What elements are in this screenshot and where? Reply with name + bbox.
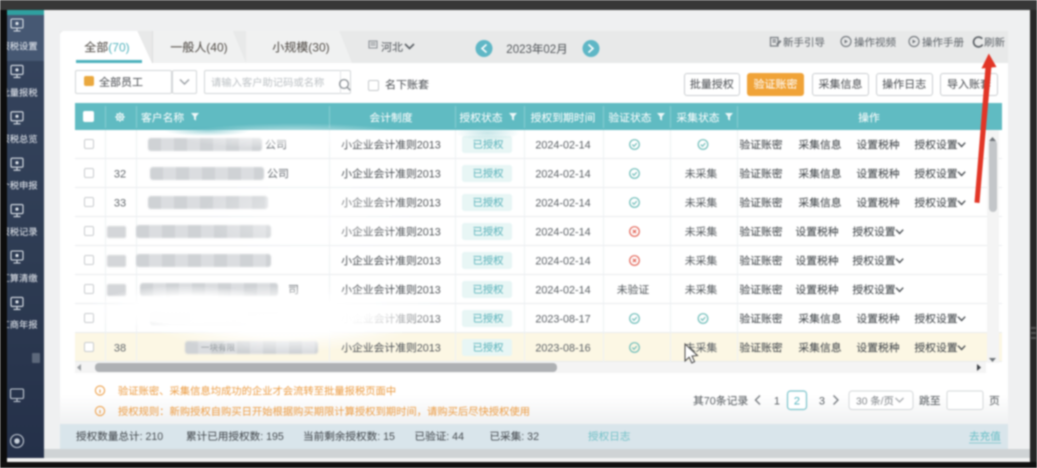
svg-text:/: /	[881, 397, 884, 408]
svg-text:2024-02-14: 2024-02-14	[535, 256, 590, 268]
svg-text:2024-02-14: 2024-02-14	[535, 227, 590, 239]
svg-text:32: 32	[114, 169, 126, 181]
svg-text:2024-02-14: 2024-02-14	[535, 140, 590, 152]
svg-text:2023-08-17: 2023-08-17	[535, 314, 590, 326]
svg-text:(70): (70)	[108, 41, 129, 55]
svg-text:2023: 2023	[506, 44, 532, 56]
svg-text:(30): (30)	[308, 41, 329, 55]
svg-text:33: 33	[114, 198, 126, 210]
svg-text:2024-02-14: 2024-02-14	[535, 285, 590, 297]
svg-text:: 32: : 32	[521, 431, 539, 443]
svg-text:3: 3	[819, 396, 825, 408]
svg-text:2024-02-14: 2024-02-14	[535, 198, 590, 210]
svg-text:2024-02-14: 2024-02-14	[535, 169, 590, 181]
svg-text:2: 2	[794, 396, 800, 408]
svg-text:: 44: : 44	[446, 431, 464, 443]
svg-text:(40): (40)	[206, 41, 227, 55]
svg-text:: 195: : 195	[260, 431, 284, 443]
svg-text:02: 02	[543, 44, 556, 56]
svg-text:: 15: : 15	[377, 431, 395, 443]
svg-text:30: 30	[856, 397, 868, 408]
svg-text:70: 70	[704, 396, 716, 408]
svg-text:1: 1	[774, 396, 780, 408]
svg-text:2023-08-16: 2023-08-16	[535, 343, 590, 355]
svg-text:: 210: : 210	[140, 431, 164, 443]
